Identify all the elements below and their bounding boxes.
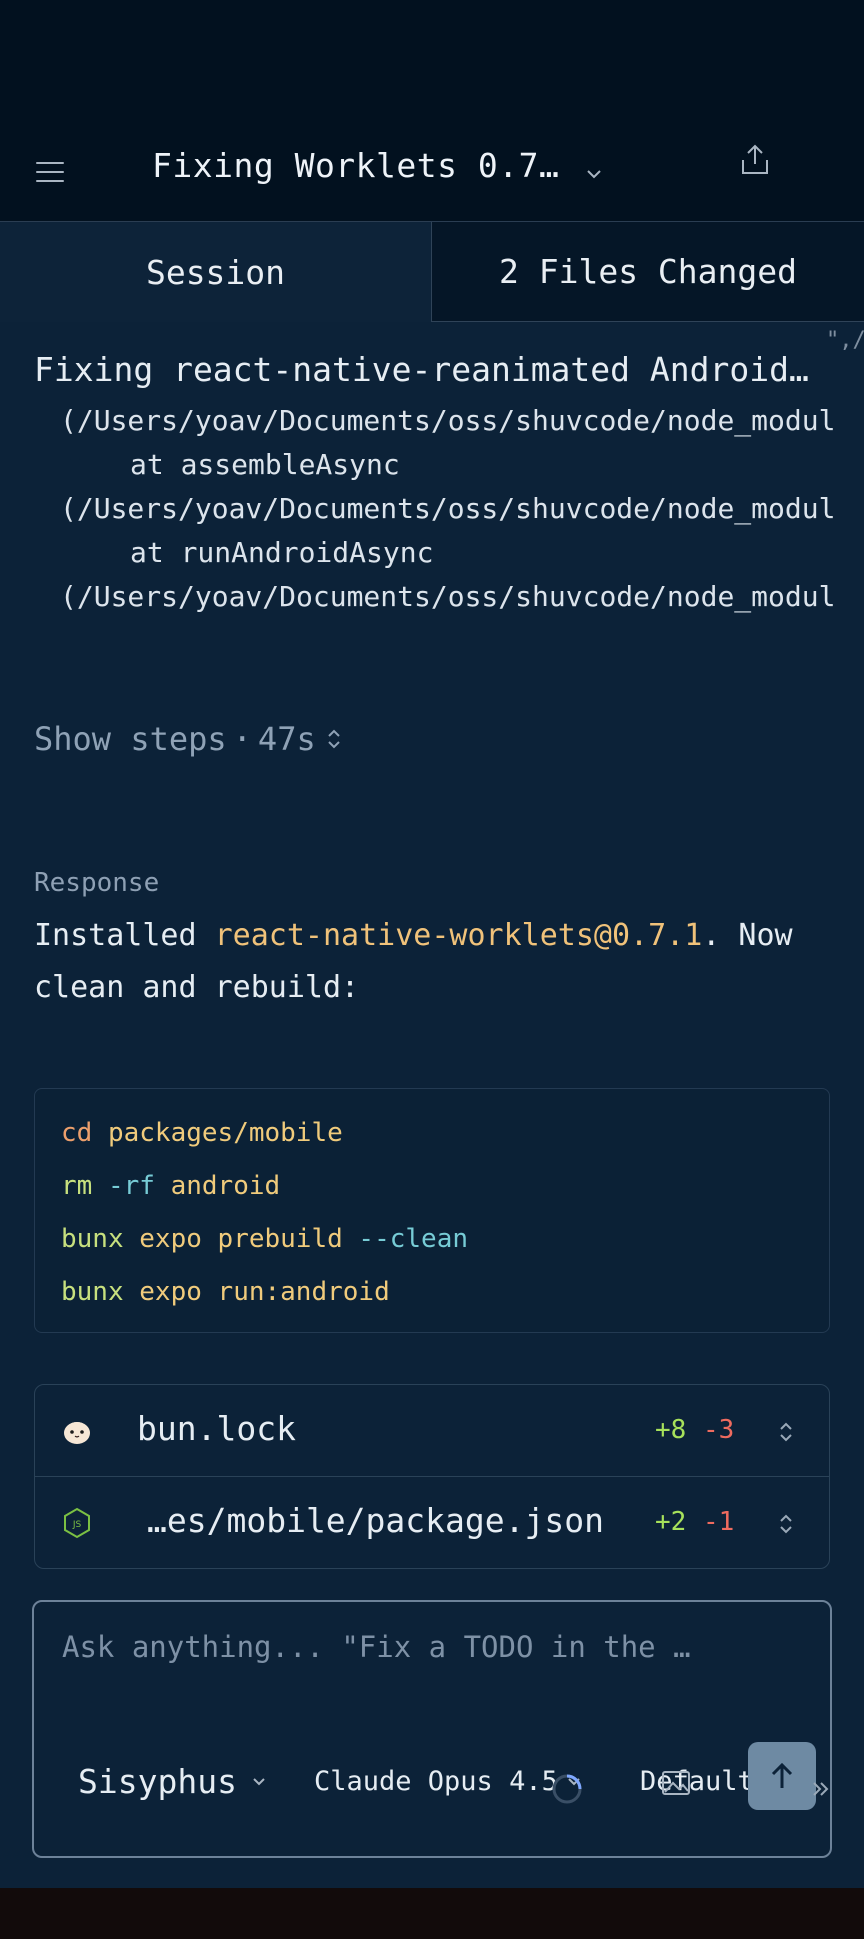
additions-count: +2 — [655, 1507, 687, 1537]
expand-chevrons-icon — [328, 729, 340, 749]
show-steps-toggle[interactable]: Show steps · 47s — [34, 720, 342, 758]
bun-icon — [64, 1422, 90, 1444]
session-tabs: Session 2 Files Changed — [0, 222, 864, 322]
stack-trace-line: (/Users/yoav/Documents/oss/shuvcode/node… — [60, 404, 836, 437]
svg-text:JS: JS — [72, 1520, 82, 1530]
agent-selector[interactable]: Sisyphus — [78, 1762, 267, 1801]
code-token: bunx — [61, 1277, 124, 1307]
code-token: packages/mobile — [92, 1118, 343, 1148]
variant-selector[interactable]: Default — [640, 1766, 754, 1797]
expand-chevrons-icon[interactable] — [777, 1419, 795, 1445]
code-token: cd — [61, 1118, 93, 1148]
additions-count: +8 — [655, 1415, 687, 1445]
deletions-count: -3 — [703, 1415, 735, 1445]
separator-dot: · — [232, 720, 252, 758]
code-block: cd packages/mobile rm -rf android bunx exp… — [34, 1088, 830, 1333]
chevrons-right-icon[interactable] — [810, 1778, 832, 1800]
stack-trace-line: at runAndroidAsync — [130, 536, 434, 569]
arrow-up-icon — [771, 1762, 793, 1788]
stack-trace-line: at assembleAsync — [130, 448, 400, 481]
tab-files-changed[interactable]: 2 Files Changed — [431, 222, 864, 322]
code-token: --clean — [342, 1224, 469, 1254]
file-name: …es/mobile/package.json — [147, 1501, 604, 1540]
code-line: bunx expo prebuild --clean — [61, 1213, 803, 1266]
session-content: ",/ Fixing react-native-reanimated Andro… — [0, 322, 864, 1888]
image-attach-icon[interactable] — [660, 1768, 692, 1798]
expand-chevrons-icon[interactable] — [777, 1511, 795, 1537]
file-name: bun.lock — [137, 1409, 296, 1448]
loading-spinner-icon — [552, 1774, 582, 1804]
response-text-before: Installed — [34, 918, 215, 953]
changed-files-list: bun.lock +8 -3 JS …es/mobile/package.jso… — [34, 1384, 830, 1569]
chevron-down-icon[interactable] — [584, 164, 604, 184]
session-title[interactable]: Fixing Worklets 0.7… — [152, 146, 559, 185]
code-token: expo run:android — [123, 1277, 390, 1307]
code-token: -rf — [92, 1171, 155, 1201]
stack-trace-line: (/Users/yoav/Documents/oss/shuvcode/node… — [60, 492, 836, 525]
code-token: android — [154, 1171, 281, 1201]
model-selector[interactable]: Claude Opus 4.5 — [314, 1766, 582, 1797]
status-bar-area — [0, 0, 864, 124]
app-header: Fixing Worklets 0.7… — [0, 124, 864, 222]
hamburger-menu-icon[interactable] — [36, 158, 66, 186]
chevron-down-icon — [253, 1777, 265, 1785]
response-text: Installed react-native-worklets@0.7.1. N… — [34, 910, 834, 1014]
changed-file-row[interactable]: bun.lock +8 -3 — [35, 1385, 829, 1477]
code-token: expo prebuild — [123, 1224, 343, 1254]
truncated-text-fragment: ",/ — [826, 328, 864, 353]
code-token: bunx — [61, 1224, 124, 1254]
code-line: bunx expo run:android — [61, 1266, 803, 1319]
agent-name: Sisyphus — [78, 1762, 237, 1801]
steps-duration: 47s — [257, 720, 316, 758]
tool-call-title: Fixing react-native-reanimated Android… — [34, 350, 809, 389]
tab-session[interactable]: Session — [0, 222, 431, 322]
response-label: Response — [34, 868, 160, 898]
package-name: react-native-worklets@0.7.1 — [214, 918, 703, 953]
deletions-count: -1 — [703, 1507, 735, 1537]
code-line: rm -rf android — [61, 1160, 803, 1213]
changed-file-row[interactable]: JS …es/mobile/package.json +2 -1 — [35, 1477, 829, 1568]
share-icon[interactable] — [738, 142, 772, 178]
prompt-composer: Sisyphus Claude Opus 4.5 Default — [32, 1600, 832, 1858]
code-token: rm — [61, 1171, 93, 1201]
code-line: cd packages/mobile — [61, 1107, 803, 1160]
stack-trace-line: (/Users/yoav/Documents/oss/shuvcode/node… — [60, 580, 836, 613]
system-navigation-bar — [0, 1888, 864, 1939]
show-steps-label: Show steps — [34, 720, 227, 758]
nodejs-icon: JS — [64, 1507, 90, 1539]
model-name: Claude Opus 4.5 — [314, 1766, 558, 1797]
send-button[interactable] — [748, 1742, 816, 1810]
prompt-input[interactable] — [60, 1622, 780, 1672]
